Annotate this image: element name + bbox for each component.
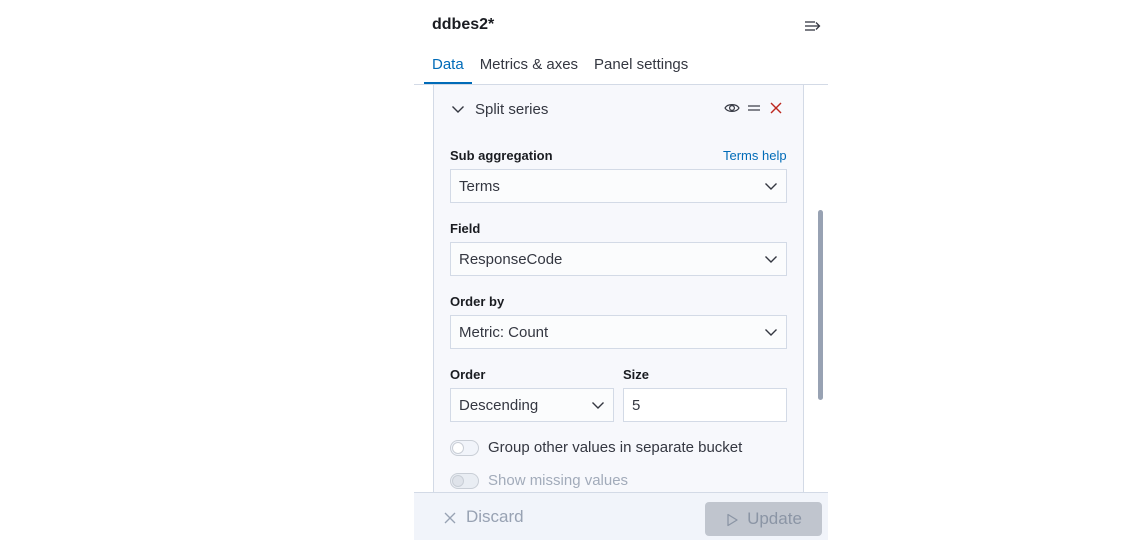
field-label: Field	[450, 221, 481, 236]
size-value: 5	[632, 396, 641, 414]
sub-aggregation-label: Sub aggregation	[450, 148, 553, 163]
group-other-values-switch[interactable]	[450, 439, 479, 456]
eye-icon[interactable]	[724, 100, 740, 116]
field-select[interactable]: ResponseCode	[450, 242, 787, 276]
scrollbar-track	[803, 85, 804, 492]
chevron-down-icon	[591, 398, 605, 412]
editor-sidebar: ddbes2* Data Metrics & axes Panel settin…	[414, 8, 828, 540]
editor-footer: Discard Update	[414, 492, 828, 540]
sub-aggregation-select[interactable]: Terms	[450, 169, 787, 203]
editor-tabs: Data Metrics & axes Panel settings	[424, 48, 696, 84]
terms-help-link[interactable]: Terms help	[723, 148, 787, 163]
order-label: Order	[450, 367, 486, 382]
split-series-accordion-toggle[interactable]: Split series	[450, 99, 548, 119]
field-value: ResponseCode	[459, 250, 563, 268]
discard-button[interactable]: Discard	[443, 507, 524, 527]
drag-handle-icon[interactable]	[746, 100, 762, 116]
tab-panel-settings[interactable]: Panel settings	[586, 48, 696, 84]
order-select[interactable]: Descending	[450, 388, 614, 422]
order-by-select[interactable]: Metric: Count	[450, 315, 787, 349]
split-series-actions	[724, 100, 784, 116]
chevron-down-icon	[764, 179, 778, 193]
discard-label: Discard	[466, 507, 524, 526]
chevron-down-icon	[764, 325, 778, 339]
editor-scroll-area[interactable]: Split series Sub aggregation Terms help …	[414, 85, 828, 492]
collapse-sidebar-icon[interactable]	[804, 18, 822, 34]
visualization-title: ddbes2*	[432, 16, 495, 33]
split-series-title: Split series	[475, 100, 549, 118]
sub-aggregation-value: Terms	[459, 177, 500, 195]
tab-data[interactable]: Data	[424, 48, 472, 84]
scrollbar-thumb[interactable]	[818, 210, 823, 400]
size-input[interactable]: 5	[623, 388, 787, 422]
order-by-value: Metric: Count	[459, 323, 549, 341]
show-missing-values-switch	[450, 472, 479, 489]
tab-metrics-axes[interactable]: Metrics & axes	[472, 48, 586, 84]
show-missing-values-label: Show missing values	[488, 472, 629, 489]
order-by-label: Order by	[450, 294, 505, 309]
group-other-values-toggle-row: Group other values in separate bucket	[450, 439, 742, 456]
group-other-values-label: Group other values in separate bucket	[488, 439, 743, 456]
size-label: Size	[623, 367, 650, 382]
update-label: Update	[747, 509, 802, 528]
split-series-panel	[433, 85, 804, 492]
chevron-down-icon	[764, 252, 778, 266]
order-value: Descending	[459, 396, 539, 414]
update-button[interactable]: Update	[705, 502, 822, 536]
play-icon	[725, 512, 739, 527]
chevron-down-icon	[450, 101, 466, 117]
close-icon	[443, 510, 457, 524]
remove-icon[interactable]	[768, 100, 784, 116]
show-missing-values-toggle-row: Show missing values	[450, 472, 628, 489]
